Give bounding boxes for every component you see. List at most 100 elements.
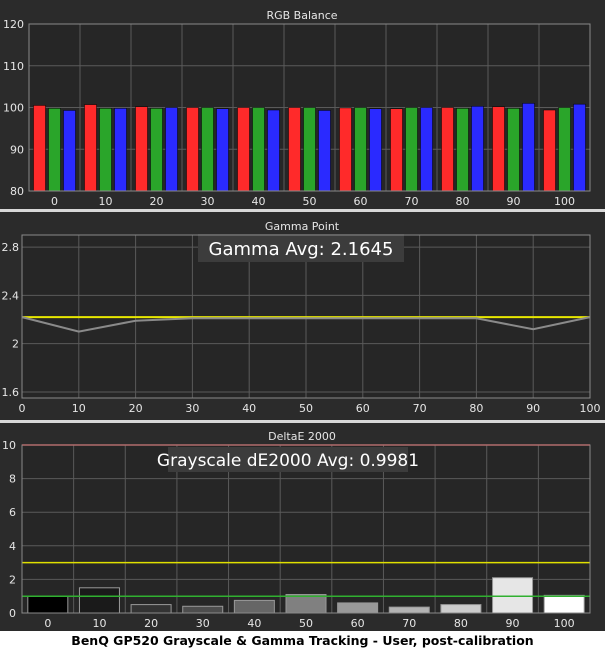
x-tick-label: 100 — [554, 617, 575, 630]
blue-bar — [522, 103, 535, 192]
x-tick-label: 60 — [356, 402, 370, 415]
green-bar — [252, 107, 265, 192]
gamma-point-chart: Gamma Point 1.6 2 2.4 2.8 0 10 20 30 40 50 60 70 80 90… — [0, 212, 605, 420]
x-tick-label: 30 — [196, 617, 210, 630]
green-bar — [303, 107, 316, 192]
y-tick-label: 8 — [9, 473, 16, 486]
x-tick-label: 100 — [554, 195, 575, 208]
blue-bar — [369, 108, 382, 192]
x-tick-label: 70 — [402, 617, 416, 630]
x-tick-label: 20 — [129, 402, 143, 415]
x-tick-label: 30 — [201, 195, 215, 208]
rgb-balance-svg: RGB Balance 80 90 100 110 120 0 10 20 30 40 50 60 70 8… — [3, 9, 591, 208]
deltae-bar — [233, 599, 275, 614]
x-tick-label: 90 — [506, 617, 520, 630]
x-tick-label: 80 — [456, 195, 470, 208]
x-tick-label: 50 — [303, 195, 317, 208]
y-tick-label: 80 — [10, 185, 24, 198]
x-tick-label: 100 — [580, 402, 601, 415]
deltae-bar — [492, 577, 534, 614]
red-bar — [339, 107, 352, 192]
x-tick-label: 60 — [354, 195, 368, 208]
red-bar — [237, 107, 250, 192]
y-tick-label: 110 — [3, 60, 24, 73]
blue-bar — [318, 110, 331, 192]
y-tick-label: 2.4 — [2, 289, 20, 302]
chart-title: DeltaE 2000 — [268, 430, 336, 443]
blue-bar — [216, 108, 229, 192]
x-tick-label: 20 — [150, 195, 164, 208]
x-tick-label: 10 — [99, 195, 113, 208]
y-tick-label: 2 — [9, 573, 16, 586]
blue-bar — [63, 110, 76, 192]
blue-bar — [420, 107, 433, 192]
x-tick-label: 40 — [252, 195, 266, 208]
x-tick-label: 70 — [405, 195, 419, 208]
red-bar — [543, 109, 556, 192]
blue-bar — [114, 108, 127, 192]
rgb-balance-chart: RGB Balance 80 90 100 110 120 0 10 20 30 40 50 60 70 8… — [0, 0, 605, 209]
gamma-point-svg: Gamma Point 1.6 2 2.4 2.8 0 10 20 30 40 50 60 70 80 90… — [2, 220, 601, 415]
green-bar — [405, 107, 418, 192]
deltae-bar — [388, 606, 430, 614]
x-tick-label: 50 — [299, 617, 313, 630]
x-tick-label: 0 — [51, 195, 58, 208]
y-tick-label: 0 — [9, 607, 16, 620]
red-bar — [135, 106, 148, 192]
deltae-svg: DeltaE 200002468100 10 20 30 40 50 60 70 80 90 100… — [2, 430, 591, 630]
green-bar — [48, 108, 61, 192]
x-tick-label: 70 — [413, 402, 427, 415]
x-tick-label: 0 — [19, 402, 26, 415]
deltae-bar — [182, 605, 224, 614]
x-tick-label: 50 — [299, 402, 313, 415]
figure-caption: BenQ GP520 Grayscale & Gamma Tracking - … — [0, 631, 605, 651]
x-tick-label: 10 — [72, 402, 86, 415]
red-bar — [84, 104, 97, 192]
x-tick-label: 80 — [454, 617, 468, 630]
x-tick-label: 20 — [144, 617, 158, 630]
blue-bar — [267, 109, 280, 192]
chart-title: Gamma Point — [265, 220, 340, 233]
deltae-bar — [285, 594, 327, 614]
deltae-bar — [543, 594, 585, 614]
x-tick-label: 10 — [92, 617, 106, 630]
x-tick-label: 40 — [242, 402, 256, 415]
x-tick-label: 40 — [247, 617, 261, 630]
deltae-avg-annotation: Grayscale dE2000 Avg: 0.9981 — [157, 451, 419, 471]
x-tick-label: 0 — [44, 617, 51, 630]
red-bar — [492, 106, 505, 192]
x-tick-label: 80 — [469, 402, 483, 415]
chart-title: RGB Balance — [266, 9, 337, 22]
deltae-bar — [130, 604, 172, 614]
blue-bar — [165, 107, 178, 192]
green-bar — [558, 107, 571, 192]
y-tick-label: 100 — [3, 102, 24, 115]
green-bar — [201, 107, 214, 192]
x-tick-label: 60 — [351, 617, 365, 630]
green-bar — [150, 108, 163, 192]
x-tick-label: 90 — [507, 195, 521, 208]
x-tick-label: 30 — [185, 402, 199, 415]
y-tick-label: 2.8 — [2, 241, 20, 254]
green-bar — [507, 108, 520, 192]
red-bar — [186, 107, 199, 192]
gamma-avg-annotation: Gamma Avg: 2.1645 — [209, 239, 394, 260]
blue-bar — [471, 105, 484, 192]
red-bar — [288, 107, 301, 192]
y-tick-label: 6 — [9, 506, 16, 519]
y-tick-label: 90 — [10, 143, 24, 156]
deltae-bar — [27, 595, 69, 614]
x-tick-label: 90 — [526, 402, 540, 415]
y-tick-label: 4 — [9, 540, 16, 553]
green-bar — [99, 108, 112, 192]
y-tick-label: 2 — [12, 338, 19, 351]
green-bar — [456, 108, 469, 192]
deltae-bar — [337, 602, 379, 614]
blue-bar — [573, 103, 586, 192]
deltae-bar — [440, 604, 482, 614]
green-bar — [354, 107, 367, 192]
deltae-bar — [78, 587, 120, 614]
red-bar — [441, 107, 454, 192]
y-tick-label: 120 — [3, 18, 24, 31]
y-tick-label: 10 — [2, 439, 16, 452]
